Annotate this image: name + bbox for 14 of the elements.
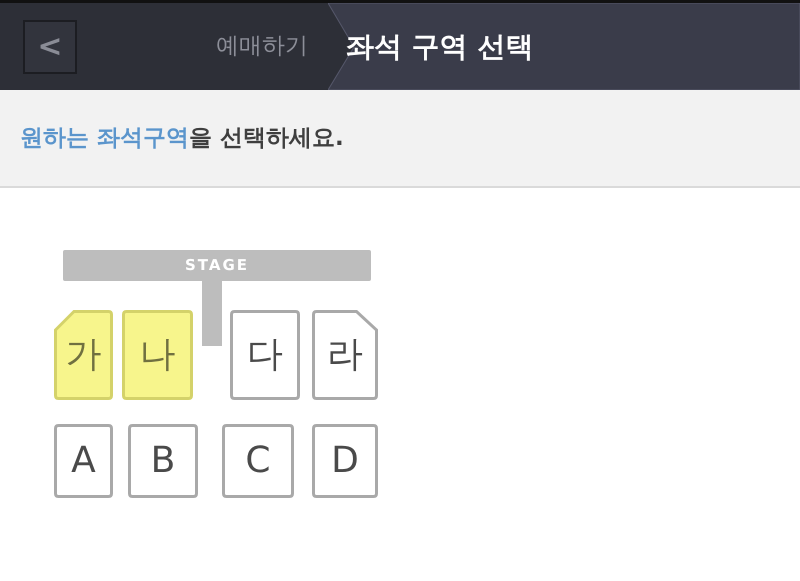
seat-section[interactable]: 나 xyxy=(122,310,193,400)
seat-section[interactable]: A xyxy=(54,424,113,498)
seat-section[interactable]: 가 xyxy=(54,310,113,400)
breadcrumb-link[interactable]: 예매하기 xyxy=(216,29,326,64)
seat-section[interactable]: 다 xyxy=(230,310,300,400)
page-title: 좌석 구역 선택 xyxy=(346,28,534,64)
stage-bar: STAGE xyxy=(63,250,371,281)
instruction-text: 원하는 좌석구역을 선택하세요. xyxy=(20,124,344,153)
seat-section[interactable]: 라 xyxy=(312,310,378,400)
back-button[interactable]: < xyxy=(23,20,77,74)
seat-section[interactable]: B xyxy=(128,424,198,498)
seat-section[interactable]: C xyxy=(222,424,294,498)
seat-section[interactable]: D xyxy=(312,424,378,498)
stage-runway xyxy=(202,281,222,346)
